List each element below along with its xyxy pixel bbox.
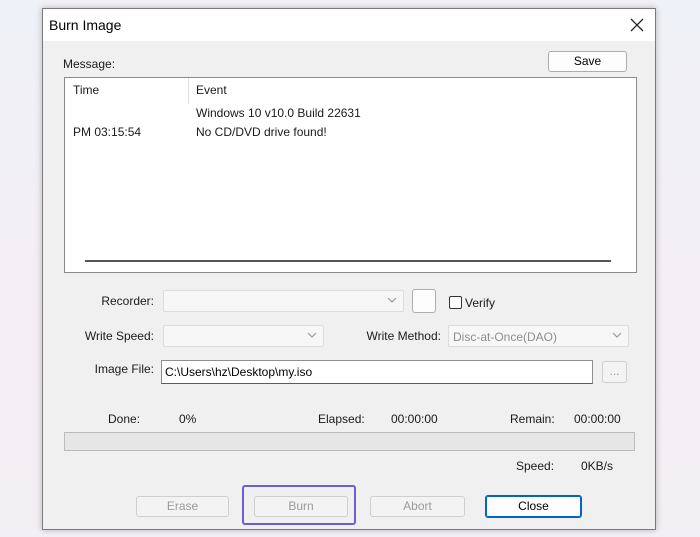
speed-label: Speed: bbox=[516, 459, 555, 473]
elapsed-label: Elapsed: bbox=[318, 412, 365, 426]
write-speed-select[interactable] bbox=[163, 325, 324, 347]
elapsed-value: 00:00:00 bbox=[391, 412, 438, 426]
close-button[interactable]: Close bbox=[485, 495, 582, 518]
desktop-background-bottom bbox=[0, 530, 700, 537]
abort-button[interactable]: Abort bbox=[370, 496, 465, 517]
column-header-event[interactable]: Event bbox=[196, 83, 227, 97]
close-icon[interactable] bbox=[625, 13, 649, 37]
chevron-down-icon bbox=[387, 297, 397, 303]
done-label: Done: bbox=[108, 412, 141, 426]
write-method-label: Write Method: bbox=[366, 329, 441, 343]
verify-checkbox[interactable] bbox=[449, 296, 462, 309]
erase-button[interactable]: Erase bbox=[136, 496, 229, 517]
message-row-event: Windows 10 v10.0 Build 22631 bbox=[196, 106, 361, 120]
title-bar[interactable]: Burn Image bbox=[43, 9, 655, 41]
desktop-background-right bbox=[656, 0, 700, 537]
remain-label: Remain: bbox=[510, 412, 555, 426]
write-speed-label: Write Speed: bbox=[84, 329, 154, 343]
write-method-value: Disc-at-Once(DAO) bbox=[453, 330, 558, 344]
recorder-refresh-button[interactable] bbox=[412, 289, 436, 313]
horizontal-scrollbar[interactable] bbox=[85, 260, 611, 262]
message-row-time: PM 03:15:54 bbox=[73, 125, 142, 139]
write-method-select[interactable]: Disc-at-Once(DAO) bbox=[448, 325, 629, 347]
desktop-background-left bbox=[0, 0, 44, 537]
verify-label[interactable]: Verify bbox=[465, 296, 495, 310]
recorder-label: Recorder: bbox=[101, 294, 154, 308]
column-header-time[interactable]: Time bbox=[73, 83, 99, 97]
chevron-down-icon bbox=[612, 332, 622, 338]
burn-progress-bar bbox=[64, 432, 635, 451]
desktop-background-top bbox=[0, 0, 700, 8]
done-value: 0% bbox=[179, 412, 197, 426]
message-row-event: No CD/DVD drive found! bbox=[196, 125, 327, 139]
image-file-label: Image File: bbox=[94, 362, 154, 376]
message-list[interactable]: Time Event Windows 10 v10.0 Build 22631 … bbox=[64, 77, 637, 273]
column-separator[interactable] bbox=[188, 78, 189, 104]
message-label: Message: bbox=[63, 57, 116, 71]
recorder-select[interactable] bbox=[163, 290, 404, 312]
save-button[interactable]: Save bbox=[548, 51, 627, 72]
chevron-down-icon bbox=[307, 332, 317, 338]
window-title: Burn Image bbox=[49, 17, 122, 33]
image-file-input[interactable]: C:\Users\hz\Desktop\my.iso bbox=[161, 360, 593, 384]
browse-button[interactable]: ... bbox=[602, 361, 627, 383]
burn-button[interactable]: Burn bbox=[254, 496, 348, 517]
remain-value: 00:00:00 bbox=[574, 412, 621, 426]
burn-image-dialog: Burn Image Message: Save Time Event Wind… bbox=[42, 8, 656, 530]
speed-value: 0KB/s bbox=[581, 459, 614, 473]
